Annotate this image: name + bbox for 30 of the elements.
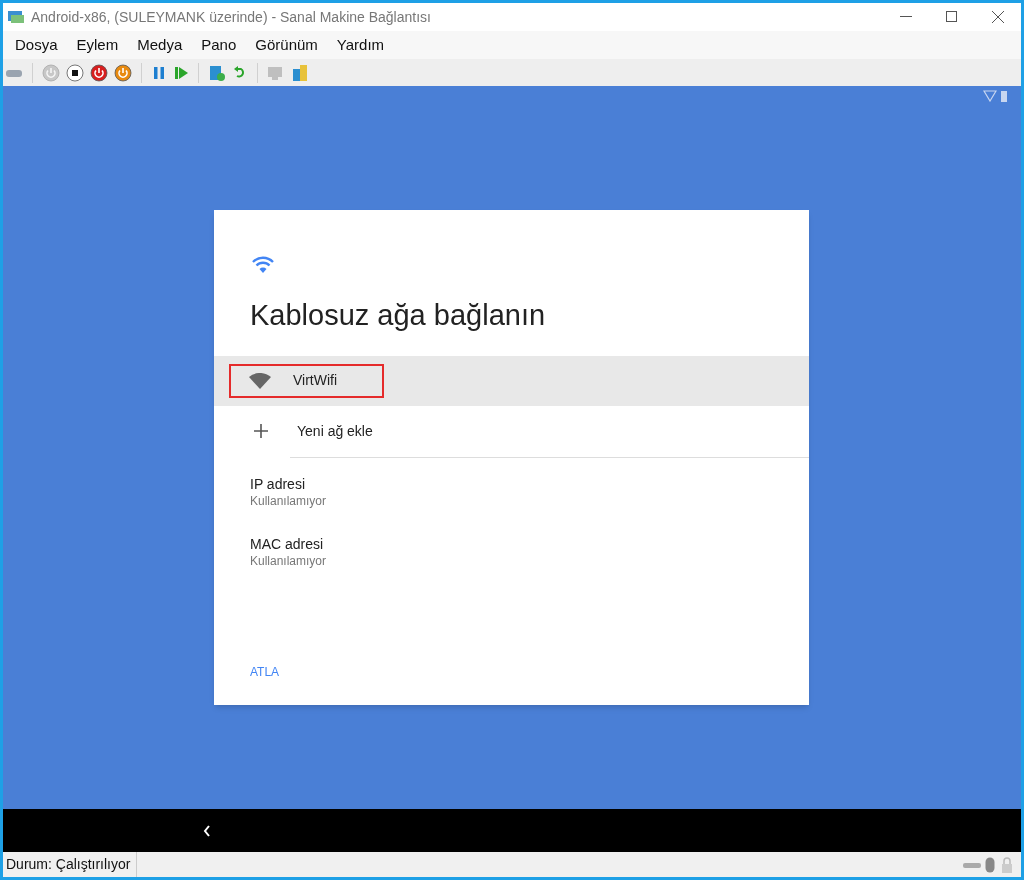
close-icon bbox=[992, 11, 1004, 23]
dialog-title: Kablosuz ağa bağlanın bbox=[250, 298, 547, 333]
info-value: Kullanılamıyor bbox=[250, 492, 328, 509]
info-label: MAC adresi bbox=[250, 534, 325, 553]
add-network-item[interactable]: Yeni ağ ekle bbox=[214, 405, 809, 457]
wifi-signal-icon bbox=[249, 372, 271, 389]
maximize-icon bbox=[946, 11, 958, 23]
files-icon[interactable] bbox=[291, 63, 309, 82]
status-text: Durum: Çalıştırılıyor bbox=[3, 852, 138, 877]
menu-item[interactable]: Medya bbox=[131, 33, 189, 57]
lock-icon bbox=[1001, 856, 1013, 873]
menu-item[interactable]: Eylem bbox=[70, 33, 125, 57]
window-title: Android-x86, (SULEYMANK üzerinde) - Sanal Makine Bağlantısı bbox=[31, 7, 431, 27]
network-item[interactable]: VirtWifi bbox=[214, 355, 809, 406]
info-value: Kullanılamıyor bbox=[250, 552, 328, 569]
menu-item[interactable]: Görünüm bbox=[249, 33, 324, 57]
plus-icon bbox=[254, 424, 268, 438]
battery-icon bbox=[1001, 90, 1007, 102]
mouse-icon bbox=[985, 856, 995, 873]
menu-item[interactable]: Yardım bbox=[330, 33, 391, 57]
minimize-icon bbox=[900, 16, 912, 18]
network-name: VirtWifi bbox=[293, 371, 338, 390]
wifi-status-icon bbox=[983, 90, 997, 102]
app-icon bbox=[7, 9, 25, 25]
skip-button[interactable]: ATLA bbox=[250, 663, 280, 681]
info-label: IP adresi bbox=[250, 474, 306, 493]
back-icon[interactable] bbox=[203, 824, 211, 837]
menu-item[interactable]: Dosya bbox=[9, 33, 64, 57]
wifi-icon bbox=[251, 256, 275, 274]
menu-item[interactable]: Pano bbox=[195, 33, 243, 57]
